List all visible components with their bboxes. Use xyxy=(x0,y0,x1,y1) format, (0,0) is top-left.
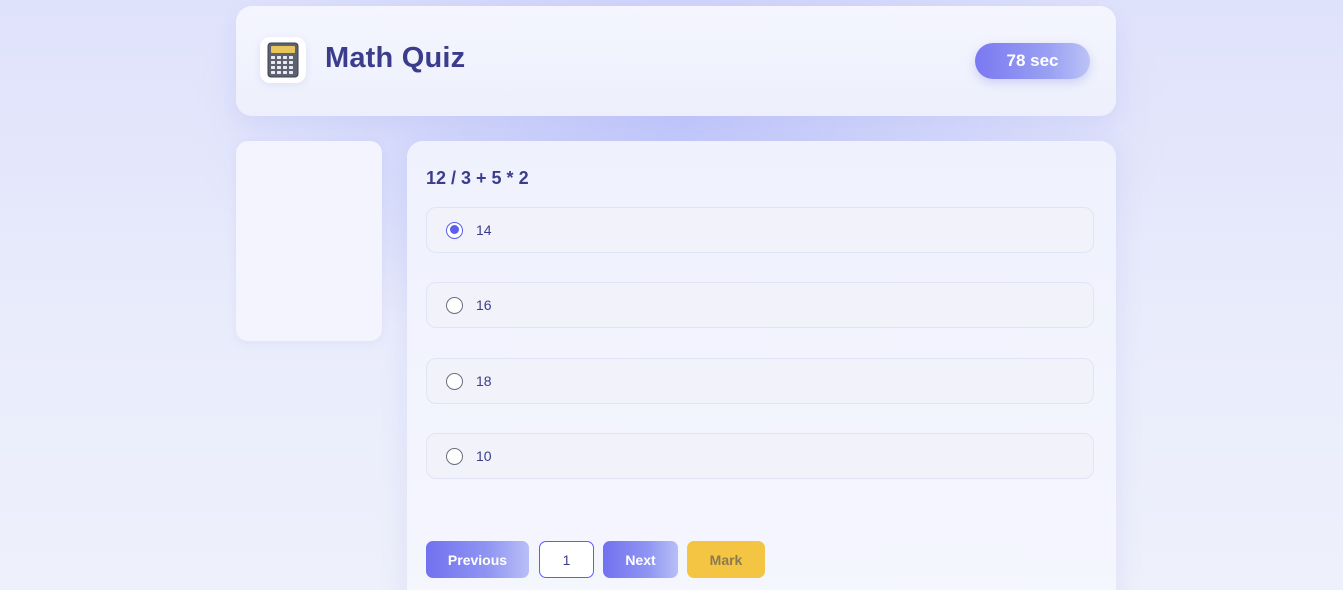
question-card: 12 / 3 + 5 * 2 14 16 18 10 Previous 1 Ne… xyxy=(407,141,1116,590)
mark-button[interactable]: Mark xyxy=(687,541,765,578)
radio-button[interactable] xyxy=(446,447,463,465)
answer-option-label: 18 xyxy=(476,373,492,389)
radio-button[interactable] xyxy=(446,372,463,390)
answer-option-1[interactable]: 14 xyxy=(426,207,1094,253)
page-title: Math Quiz xyxy=(325,42,466,74)
radio-button-selected[interactable] xyxy=(446,221,463,239)
answer-option-label: 10 xyxy=(476,448,492,464)
calculator-icon xyxy=(260,37,306,83)
radio-button[interactable] xyxy=(446,296,463,314)
answer-option-2[interactable]: 16 xyxy=(426,282,1094,328)
answer-option-label: 16 xyxy=(476,297,492,313)
answer-option-3[interactable]: 18 xyxy=(426,358,1094,404)
timer-badge: 78 sec xyxy=(975,43,1090,79)
answer-option-4[interactable]: 10 xyxy=(426,433,1094,479)
quiz-header: Math Quiz 78 sec xyxy=(236,6,1116,116)
question-text: 12 / 3 + 5 * 2 xyxy=(426,168,529,188)
next-button[interactable]: Next xyxy=(603,541,678,578)
previous-button[interactable]: Previous xyxy=(426,541,529,578)
question-navigator-panel xyxy=(236,141,382,341)
answer-option-label: 14 xyxy=(476,222,492,238)
page-number-button[interactable]: 1 xyxy=(539,541,594,578)
